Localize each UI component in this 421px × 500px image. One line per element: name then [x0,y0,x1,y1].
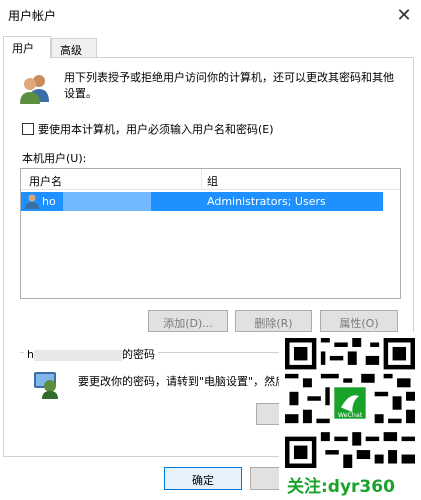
delete-user-button[interactable]: 删除(R) [235,310,312,332]
qr-code-image: WeChat [285,338,415,468]
row-group: Administrators; Users [207,195,326,208]
local-users-label: 本机用户(U): [22,152,87,165]
tab-advanced[interactable]: 高级 [51,38,97,58]
row-username: ho [42,195,56,208]
require-login-label: 要使用本计算机，用户必须输入用户名和密码(E) [38,123,274,136]
password-groupbox-title: h 的密码 [24,346,158,362]
redacted-username [63,192,151,211]
close-button[interactable]: ✕ [393,4,415,26]
intro-text: 用下列表授予或拒绝用户访问你的计算机，还可以更改其密码和其他设置。 [64,71,394,100]
column-divider[interactable] [201,169,202,190]
user-icon [25,194,39,209]
window-title: 用户帐户 [8,9,57,23]
change-password-text: 要更改你的密码，请转到"电脑设置"，然后 [78,375,287,388]
list-header: 用户名 组 [21,169,400,190]
column-header-username[interactable]: 用户名 [29,173,62,189]
watermark-overlay: WeChat 关注:dyr360 [279,332,421,500]
users-list[interactable]: 用户名 组 ho Administrators; Users [20,168,401,299]
key-icon [34,372,58,399]
password-title-suffix: 的密码 [121,348,155,361]
users-icon [20,75,49,104]
add-user-button[interactable]: 添加(D)... [148,310,228,332]
watermark-text: 关注:dyr360 [287,477,395,497]
properties-button[interactable]: 属性(O) [320,310,398,332]
title-bar[interactable]: 用户帐户 ✕ [0,0,421,30]
user-accounts-window: 用户帐户 ✕ 用户 高级 用下列表授予或拒绝用户访问你的计算机，还可以更改其密码… [0,0,421,500]
redacted-account-name [33,349,122,361]
require-login-option[interactable]: 要使用本计算机，用户必须输入用户名和密码(E) [22,121,274,137]
ok-button[interactable]: 确定 [164,467,242,490]
qr-center-label: WeChat [338,412,363,419]
table-row[interactable]: ho Administrators; Users [21,192,383,211]
tab-users[interactable]: 用户 [3,36,51,59]
cancel-button[interactable] [250,467,280,490]
require-login-checkbox[interactable] [22,123,34,135]
column-header-group[interactable]: 组 [207,173,218,189]
password-title-prefix: h [27,348,34,361]
